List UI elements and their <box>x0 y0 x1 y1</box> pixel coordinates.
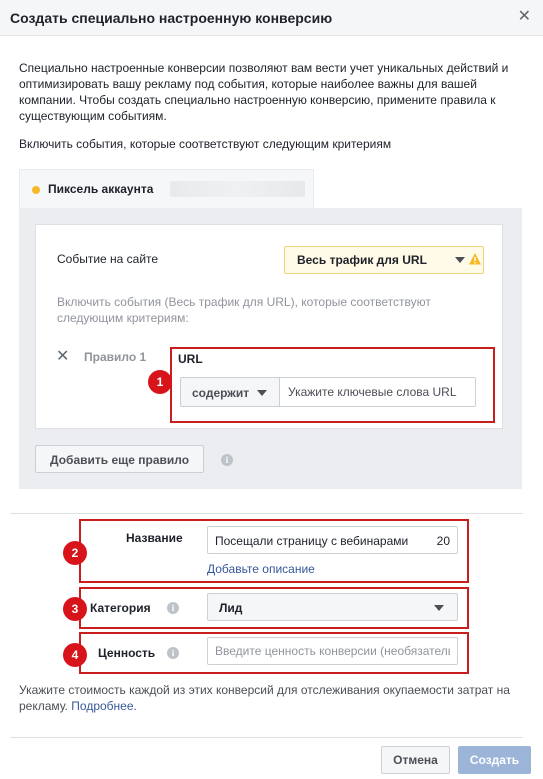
include-events-label: Включить события, которые соответствуют … <box>19 137 392 151</box>
create-label: Создать <box>469 753 520 767</box>
site-event-label: Событие на сайте <box>57 252 159 266</box>
intro-text: Специально настроенные конверсии позволя… <box>19 61 509 123</box>
annotation-box-2 <box>79 519 469 583</box>
add-rule-button[interactable]: Добавить еще правило <box>35 445 204 473</box>
annotation-box-4 <box>79 632 469 674</box>
annotation-badge-3: 3 <box>63 597 87 621</box>
divider <box>10 513 523 514</box>
learn-more-link[interactable]: Подробнее. <box>71 699 137 713</box>
annotation-box-1 <box>170 347 495 423</box>
dialog-title: Создать специально настроенную конверсию <box>10 10 333 26</box>
rule-label: Правило 1 <box>84 350 147 364</box>
annotation-badge-2: 2 <box>63 541 87 565</box>
annotation-box-3 <box>79 587 469 629</box>
chevron-down-icon <box>455 257 465 263</box>
traffic-type-select[interactable]: Весь трафик для URL <box>284 246 484 274</box>
dialog-header: Создать специально настроенную конверсию… <box>0 0 543 36</box>
warning-icon <box>469 253 481 265</box>
pixel-tab[interactable]: Пиксель аккаунта <box>19 169 314 209</box>
annotation-badge-4: 4 <box>63 643 87 667</box>
cancel-label: Отмена <box>393 753 438 767</box>
annotation-badge-1: 1 <box>148 370 172 394</box>
close-icon[interactable]: ✕ <box>518 8 531 26</box>
divider <box>10 737 523 738</box>
traffic-type-value: Весь трафик для URL <box>297 253 427 267</box>
cancel-button[interactable]: Отмена <box>381 746 450 774</box>
sub-criteria-text: Включить события (Весь трафик для URL), … <box>57 295 431 325</box>
status-dot-icon <box>32 186 40 194</box>
info-icon[interactable]: i <box>221 454 233 466</box>
pixel-tab-label: Пиксель аккаунта <box>48 182 154 196</box>
footnote: Укажите стоимость каждой из этих конверс… <box>19 682 524 714</box>
create-button[interactable]: Создать <box>458 746 531 774</box>
remove-rule-icon[interactable]: ✕ <box>56 348 69 366</box>
pixel-id-redacted <box>170 181 305 197</box>
add-rule-label: Добавить еще правило <box>50 453 190 467</box>
